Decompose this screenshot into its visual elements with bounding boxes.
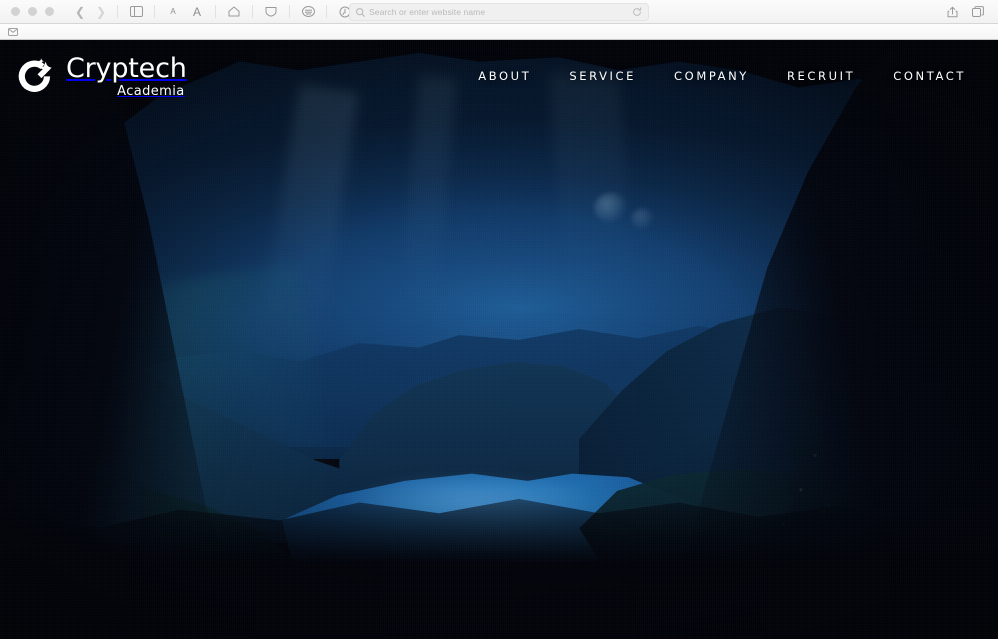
sidebar-toggle-icon[interactable] xyxy=(124,3,148,20)
close-button[interactable] xyxy=(11,7,20,16)
minimize-button[interactable] xyxy=(28,7,37,16)
home-icon[interactable] xyxy=(222,3,246,20)
nav-item-recruit[interactable]: RECRUIT xyxy=(787,69,855,83)
window-controls xyxy=(6,7,54,16)
nav-item-service[interactable]: SERVICE xyxy=(569,69,636,83)
browser-toolbar: ❮ ❯ A A Search or enter website name xyxy=(0,0,998,24)
toolbar-divider xyxy=(154,5,155,18)
brand-logo-link[interactable]: Cryptech Academia xyxy=(14,54,187,98)
site-header: Cryptech Academia ABOUT SERVICE COMPANY … xyxy=(0,40,998,112)
toolbar-divider xyxy=(117,5,118,18)
text-size-increase-icon[interactable]: A xyxy=(185,3,209,20)
toolbar-right-group xyxy=(940,3,992,20)
navigation-buttons: ❮ ❯ xyxy=(70,4,111,20)
nav-item-about[interactable]: ABOUT xyxy=(478,69,531,83)
text-size-decrease-icon[interactable]: A xyxy=(161,3,185,20)
tab-overview-icon[interactable] xyxy=(966,3,990,20)
nav-item-company[interactable]: COMPANY xyxy=(674,69,749,83)
text-size-large-label: A xyxy=(192,4,201,19)
web-page-viewport: Cryptech Academia ABOUT SERVICE COMPANY … xyxy=(0,40,998,639)
reload-icon[interactable] xyxy=(632,7,642,17)
share-icon[interactable] xyxy=(940,3,964,20)
mail-icon xyxy=(8,27,18,36)
browser-window: ❮ ❯ A A Search or enter website name Cry… xyxy=(0,0,998,639)
address-bar[interactable]: Search or enter website name xyxy=(349,3,649,21)
toolbar-divider xyxy=(215,5,216,18)
toolbar-divider xyxy=(252,5,253,18)
cryptech-c-star-logo-icon xyxy=(14,54,58,98)
bookmarks-bar xyxy=(0,24,998,40)
brand-name: Cryptech xyxy=(66,52,187,84)
toolbar-divider xyxy=(289,5,290,18)
search-icon xyxy=(356,7,365,17)
zoom-button[interactable] xyxy=(45,7,54,16)
reader-view-icon[interactable] xyxy=(296,3,320,20)
lens-flare-orb xyxy=(630,207,655,230)
nav-item-contact[interactable]: CONTACT xyxy=(893,69,966,83)
lens-flare-orb xyxy=(593,192,628,223)
toolbar-divider xyxy=(326,5,327,18)
primary-navigation: ABOUT SERVICE COMPANY RECRUIT CONTACT xyxy=(478,69,966,83)
brand-subtitle: Academia xyxy=(117,83,185,99)
brand-text: Cryptech Academia xyxy=(66,55,187,98)
address-input[interactable]: Search or enter website name xyxy=(369,7,632,17)
privacy-shield-icon[interactable] xyxy=(259,3,283,20)
back-button[interactable]: ❮ xyxy=(70,4,90,20)
text-size-small-label: A xyxy=(170,7,176,16)
hero-background-image xyxy=(0,40,998,639)
bookmark-item[interactable] xyxy=(4,25,25,39)
forward-button[interactable]: ❯ xyxy=(91,4,111,20)
